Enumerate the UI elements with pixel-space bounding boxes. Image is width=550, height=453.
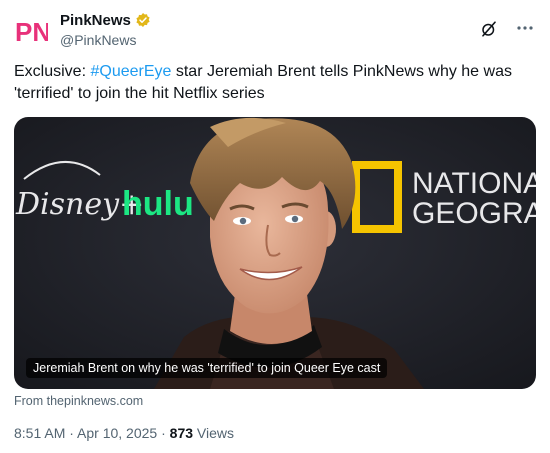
grok-icon[interactable] (480, 20, 498, 38)
tweet-text-lead: Exclusive: (14, 63, 91, 80)
views-label: Views (193, 425, 234, 441)
tweet-header: PN PinkNews @PinkNews (14, 10, 536, 50)
source-link[interactable]: From thepinknews.com (14, 394, 143, 408)
pinknews-logo[interactable]: PN (14, 14, 48, 48)
photo: Disney+ hulu NATIONA GEOGRAI (14, 117, 536, 389)
tweet-text: Exclusive: #QueerEye star Jeremiah Brent… (14, 61, 534, 105)
svg-text:NATIONA: NATIONA (412, 167, 536, 200)
svg-text:PN: PN (15, 17, 48, 47)
hashtag-link[interactable]: #QueerEye (90, 63, 171, 80)
tweet-meta: 8:51 AM · Apr 10, 2025 · 873 Views (14, 425, 234, 441)
svg-text:GEOGRAI: GEOGRAI (412, 197, 536, 230)
account-names: PinkNews @PinkNews (60, 10, 151, 48)
timestamp[interactable]: 8:51 AM · Apr 10, 2025 · (14, 425, 170, 441)
media-caption: Jeremiah Brent on why he was 'terrified'… (26, 358, 388, 378)
tweet-media-image[interactable]: Disney+ hulu NATIONA GEOGRAI (14, 117, 536, 389)
handle[interactable]: @PinkNews (60, 32, 151, 48)
views-count: 873 (169, 425, 194, 441)
display-name[interactable]: PinkNews (60, 12, 131, 29)
verified-badge-icon (136, 13, 150, 27)
hulu-logo: hulu (122, 185, 194, 223)
more-icon[interactable] (514, 18, 536, 38)
